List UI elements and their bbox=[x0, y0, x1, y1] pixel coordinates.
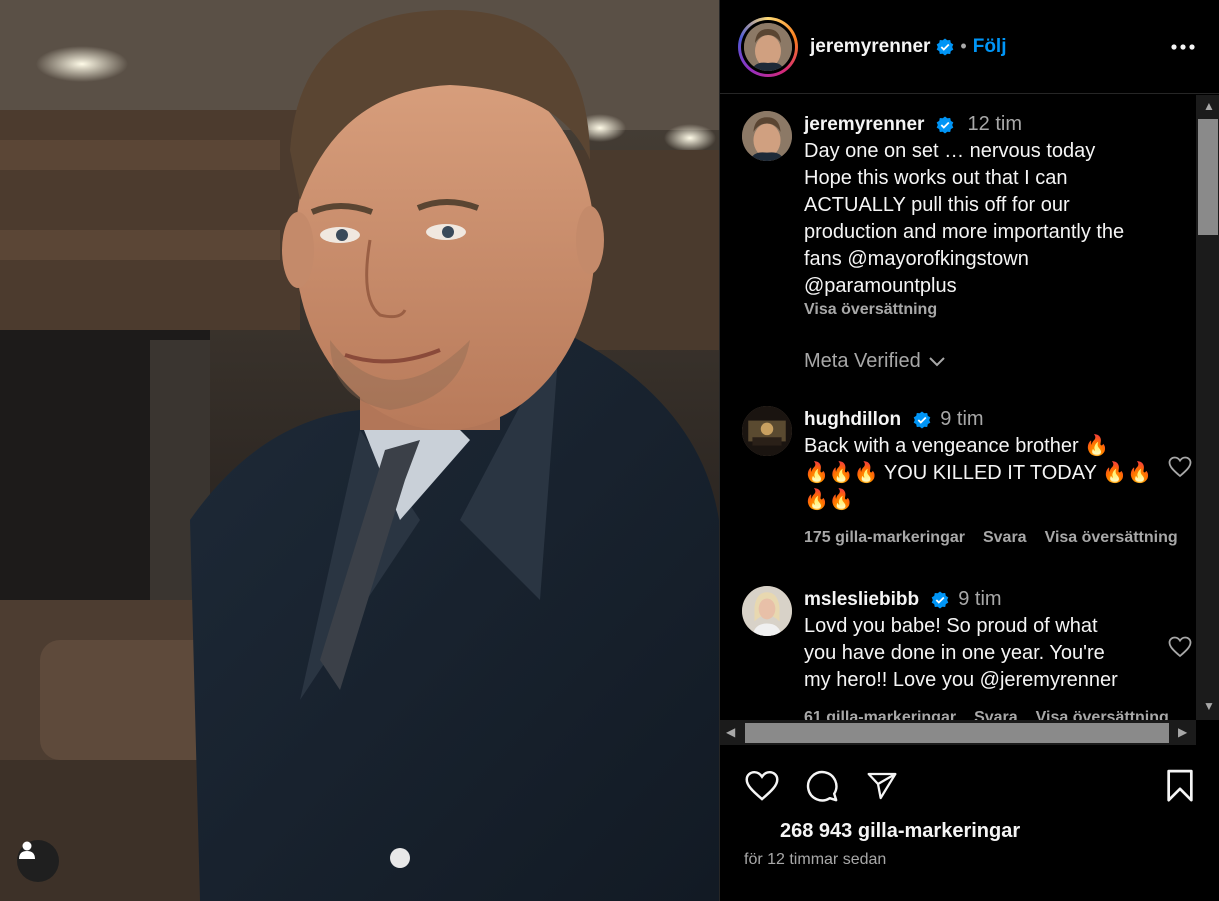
comment-username[interactable]: mslesliebibb bbox=[804, 589, 919, 610]
reply-button[interactable]: Svara bbox=[974, 704, 1018, 720]
comment-time[interactable]: 9 tim bbox=[958, 588, 1001, 610]
heart-icon bbox=[745, 770, 779, 801]
comment-time[interactable]: 9 tim bbox=[940, 408, 983, 430]
scroll-down-arrow-icon[interactable]: ▼ bbox=[1203, 699, 1215, 713]
meta-verified-toggle[interactable]: Meta Verified bbox=[804, 350, 945, 373]
comment-button[interactable] bbox=[802, 766, 842, 806]
post-action-bar bbox=[720, 760, 1219, 812]
scroll-left-arrow-icon[interactable]: ◀ bbox=[726, 725, 735, 739]
avatar[interactable] bbox=[744, 22, 792, 71]
comment-line: Back with a vengeance brother 🔥 bbox=[804, 435, 1110, 457]
translate-link[interactable]: Visa översättning bbox=[1036, 704, 1169, 720]
scroll-right-arrow-icon[interactable]: ▶ bbox=[1178, 725, 1187, 739]
caption-line: ACTUALLY pull this off for our bbox=[804, 194, 1070, 216]
comment-line: Lovd you babe! So proud of what bbox=[804, 615, 1098, 637]
comment-likes[interactable]: 175 gilla-markeringar bbox=[804, 524, 965, 551]
more-options-button[interactable] bbox=[1168, 32, 1198, 62]
avatar[interactable] bbox=[742, 111, 792, 161]
chevron-down-icon bbox=[929, 356, 945, 366]
verified-badge-icon bbox=[936, 116, 954, 134]
post-photo[interactable] bbox=[0, 0, 719, 901]
like-button[interactable] bbox=[742, 766, 782, 806]
caption-line: fans @mayorofkingstown bbox=[804, 248, 1029, 270]
caption-line: Hope this works out that I can bbox=[804, 167, 1068, 189]
comment-username[interactable]: hughdillon bbox=[804, 409, 901, 430]
post-timestamp[interactable]: för 12 timmar sedan bbox=[744, 851, 886, 869]
tag-user-button[interactable] bbox=[17, 840, 59, 882]
likes-count[interactable]: 268 943 gilla-markeringar bbox=[780, 820, 1020, 843]
caption-line: Day one on set … nervous today bbox=[804, 140, 1096, 162]
comment-line: my hero!! Love you @jeremyrenner bbox=[804, 669, 1118, 691]
scroll-up-arrow-icon[interactable]: ▲ bbox=[1203, 99, 1215, 113]
verified-badge-icon bbox=[931, 591, 948, 609]
more-options-icon bbox=[1171, 44, 1195, 50]
see-translation-link[interactable]: Visa översättning bbox=[804, 300, 1194, 320]
meta-verified-label: Meta Verified bbox=[804, 350, 921, 372]
comment-likes[interactable]: 61 gilla-markeringar bbox=[804, 704, 956, 720]
caption-line: production and more importantly the bbox=[804, 221, 1125, 243]
post-header: jeremyrenner • Följ bbox=[720, 0, 1219, 94]
vertical-scrollbar[interactable]: ▲ ▼ bbox=[1196, 95, 1219, 720]
horizontal-scrollbar[interactable]: ◀ ▶ bbox=[720, 720, 1196, 745]
scrollbar-thumb[interactable] bbox=[745, 723, 1169, 743]
photo-illustration bbox=[0, 0, 719, 901]
story-ring[interactable] bbox=[738, 16, 798, 77]
avatar[interactable] bbox=[742, 586, 792, 636]
heart-icon[interactable] bbox=[1168, 456, 1192, 478]
scrollbar-thumb[interactable] bbox=[1198, 119, 1218, 235]
avatar[interactable] bbox=[742, 406, 792, 456]
caption-line: @paramountplus bbox=[804, 275, 957, 297]
comment-line: you have done in one year. You're bbox=[804, 642, 1105, 664]
follow-button[interactable]: Följ bbox=[973, 36, 1007, 58]
user-tag-icon bbox=[19, 841, 35, 859]
comments-list[interactable]: jeremyrenner 12 tim Day one on set … ner… bbox=[720, 95, 1196, 720]
reply-button[interactable]: Svara bbox=[983, 524, 1027, 551]
share-icon bbox=[867, 772, 897, 800]
post-detail-panel: jeremyrenner • Följ jeremyrenner 12 tim … bbox=[719, 0, 1219, 901]
caption-time[interactable]: 12 tim bbox=[968, 113, 1022, 135]
verified-badge-icon bbox=[937, 38, 954, 55]
separator-dot: • bbox=[960, 36, 967, 56]
verified-badge-icon bbox=[913, 411, 930, 429]
comment-icon bbox=[806, 770, 838, 802]
comment-line: 🔥🔥🔥 YOU KILLED IT TODAY 🔥🔥 bbox=[804, 462, 1152, 484]
caption-username[interactable]: jeremyrenner bbox=[804, 114, 924, 135]
bookmark-icon bbox=[1167, 769, 1193, 802]
translate-link[interactable]: Visa översättning bbox=[1045, 524, 1178, 551]
comment-line: 🔥🔥 bbox=[804, 489, 854, 511]
heart-icon[interactable] bbox=[1168, 636, 1192, 658]
share-button[interactable] bbox=[862, 766, 902, 806]
save-button[interactable] bbox=[1160, 766, 1200, 806]
header-username[interactable]: jeremyrenner bbox=[810, 36, 930, 58]
